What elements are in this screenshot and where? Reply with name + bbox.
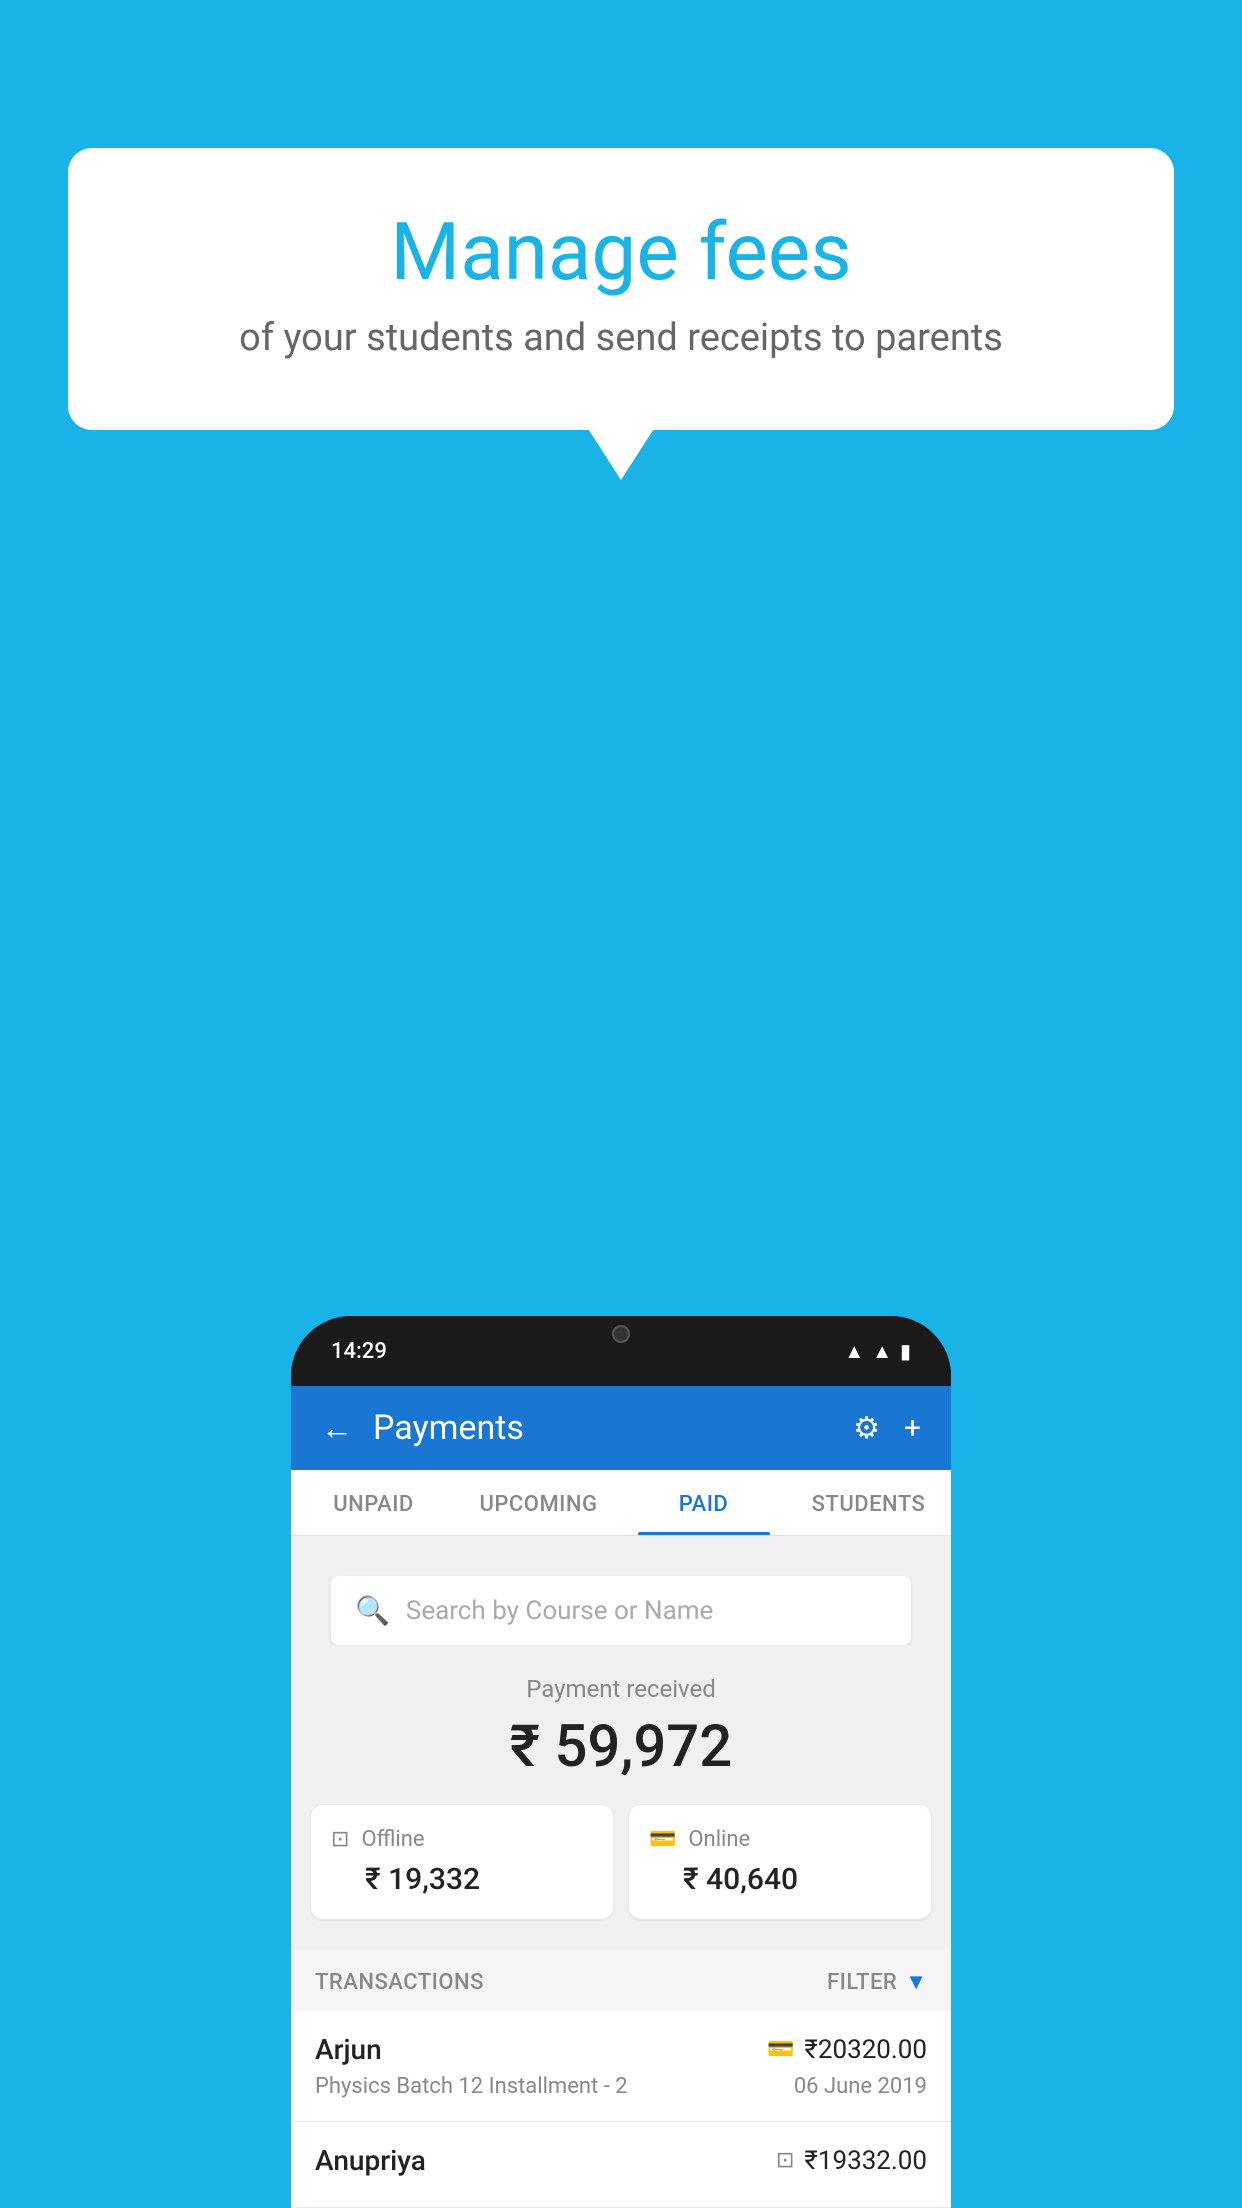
offline-amount: ₹ 19,332 (331, 1862, 593, 1897)
status-icons: ▲ ▲ ▮ (844, 1339, 911, 1364)
transactions-label: TRANSACTIONS (315, 1970, 484, 1995)
search-input[interactable]: Search by Course or Name (406, 1596, 713, 1626)
transaction-amount-container: 💳 ₹20320.00 (767, 2035, 927, 2065)
back-button[interactable]: ← (321, 1409, 353, 1447)
transaction-amount: ₹20320.00 (804, 2035, 927, 2065)
payment-received-label: Payment received (311, 1675, 931, 1703)
transaction-name: Arjun (315, 2033, 382, 2066)
transaction-bottom: Physics Batch 12 Installment - 2 06 June… (315, 2074, 927, 2099)
phone-screen: ← Payments ⚙ + UNPAID UPCOMING PAID STUD… (291, 1386, 951, 2208)
wifi-icon: ▲ (844, 1339, 864, 1364)
app-title: Payments (373, 1408, 524, 1448)
transaction-name: Anupriya (315, 2144, 426, 2177)
battery-icon: ▮ (900, 1339, 911, 1363)
speech-bubble-container: Manage fees of your students and send re… (68, 148, 1174, 430)
transaction-course: Physics Batch 12 Installment - 2 (315, 2074, 628, 2099)
payment-summary: Payment received ₹ 59,972 ⊡ Offline ₹ 19… (291, 1645, 951, 1949)
payment-cards: ⊡ Offline ₹ 19,332 💳 Online ₹ 40,640 (311, 1805, 931, 1919)
payment-type-icon: ⊡ (776, 2148, 794, 2173)
transaction-row[interactable]: Arjun 💳 ₹20320.00 Physics Batch 12 Insta… (291, 2011, 951, 2122)
offline-card: ⊡ Offline ₹ 19,332 (311, 1805, 613, 1919)
signal-icon: ▲ (872, 1339, 892, 1364)
phone-notch (561, 1316, 681, 1352)
transaction-amount-container: ⊡ ₹19332.00 (776, 2146, 927, 2176)
phone-top-bar: 14:29 ▲ ▲ ▮ (291, 1316, 951, 1386)
online-card: 💳 Online ₹ 40,640 (629, 1805, 931, 1919)
online-label: Online (688, 1827, 750, 1852)
phone-frame: 14:29 ▲ ▲ ▮ ← Payments ⚙ + UNPAID (291, 1316, 951, 2208)
online-amount: ₹ 40,640 (649, 1862, 911, 1897)
offline-card-header: ⊡ Offline (331, 1827, 593, 1852)
transactions-header: TRANSACTIONS FILTER ▼ (291, 1949, 951, 2011)
filter-label: FILTER (827, 1970, 897, 1995)
add-icon[interactable]: + (904, 1411, 921, 1446)
search-icon: 🔍 (355, 1594, 390, 1627)
front-camera (612, 1325, 630, 1343)
tab-unpaid[interactable]: UNPAID (291, 1470, 456, 1535)
payment-type-icon: 💳 (767, 2037, 794, 2062)
tab-upcoming[interactable]: UPCOMING (456, 1470, 621, 1535)
online-card-header: 💳 Online (649, 1827, 911, 1852)
transaction-date: 06 June 2019 (794, 2074, 927, 2099)
filter-container[interactable]: FILTER ▼ (827, 1969, 927, 1995)
filter-icon: ▼ (905, 1969, 927, 1995)
search-bar[interactable]: 🔍 Search by Course or Name (331, 1576, 911, 1645)
app-header: ← Payments ⚙ + (291, 1386, 951, 1470)
header-right: ⚙ + (853, 1411, 921, 1446)
tabs-container: UNPAID UPCOMING PAID STUDENTS (291, 1470, 951, 1536)
status-time: 14:29 (331, 1339, 387, 1364)
transaction-top: Arjun 💳 ₹20320.00 (315, 2033, 927, 2066)
bubble-subtitle: of your students and send receipts to pa… (148, 316, 1094, 360)
bubble-title: Manage fees (148, 208, 1094, 296)
header-left: ← Payments (321, 1408, 524, 1448)
online-icon: 💳 (649, 1827, 676, 1852)
offline-icon: ⊡ (331, 1827, 349, 1852)
settings-icon[interactable]: ⚙ (853, 1411, 880, 1446)
payment-total-amount: ₹ 59,972 (311, 1713, 931, 1781)
tab-students[interactable]: STUDENTS (786, 1470, 951, 1535)
transaction-row[interactable]: Anupriya ⊡ ₹19332.00 (291, 2122, 951, 2208)
transaction-amount: ₹19332.00 (804, 2146, 927, 2176)
tab-paid[interactable]: PAID (621, 1470, 786, 1535)
offline-label: Offline (361, 1827, 424, 1852)
speech-bubble: Manage fees of your students and send re… (68, 148, 1174, 430)
transaction-top: Anupriya ⊡ ₹19332.00 (315, 2144, 927, 2177)
